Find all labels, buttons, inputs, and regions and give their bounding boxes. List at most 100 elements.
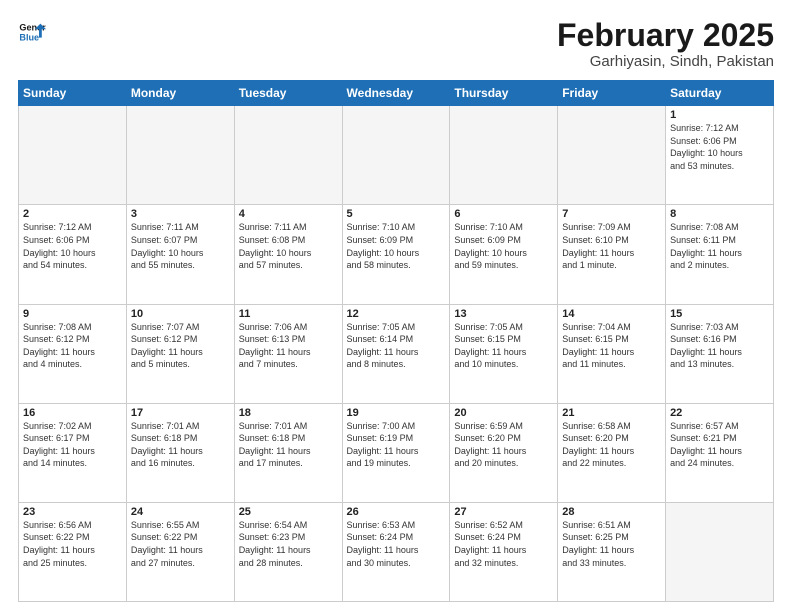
day-info: Sunrise: 6:56 AM Sunset: 6:22 PM Dayligh… [23,519,122,569]
week-row-2: 9Sunrise: 7:08 AM Sunset: 6:12 PM Daylig… [19,304,774,403]
table-row: 25Sunrise: 6:54 AM Sunset: 6:23 PM Dayli… [234,502,342,601]
table-row: 16Sunrise: 7:02 AM Sunset: 6:17 PM Dayli… [19,403,127,502]
day-number: 16 [23,407,122,419]
table-row: 10Sunrise: 7:07 AM Sunset: 6:12 PM Dayli… [126,304,234,403]
day-number: 9 [23,308,122,320]
day-number: 19 [347,407,446,419]
day-number: 10 [131,308,230,320]
day-number: 25 [239,506,338,518]
day-info: Sunrise: 6:55 AM Sunset: 6:22 PM Dayligh… [131,519,230,569]
table-row: 27Sunrise: 6:52 AM Sunset: 6:24 PM Dayli… [450,502,558,601]
weekday-header-row: Sunday Monday Tuesday Wednesday Thursday… [19,81,774,106]
day-number: 24 [131,506,230,518]
day-info: Sunrise: 6:51 AM Sunset: 6:25 PM Dayligh… [562,519,661,569]
table-row [450,106,558,205]
table-row: 3Sunrise: 7:11 AM Sunset: 6:07 PM Daylig… [126,205,234,304]
day-info: Sunrise: 6:54 AM Sunset: 6:23 PM Dayligh… [239,519,338,569]
table-row: 23Sunrise: 6:56 AM Sunset: 6:22 PM Dayli… [19,502,127,601]
table-row [126,106,234,205]
table-row [19,106,127,205]
day-number: 23 [23,506,122,518]
day-number: 6 [454,208,553,220]
day-info: Sunrise: 7:04 AM Sunset: 6:15 PM Dayligh… [562,321,661,371]
header: General Blue February 2025 Garhiyasin, S… [18,18,774,70]
day-number: 3 [131,208,230,220]
day-number: 8 [670,208,769,220]
table-row [234,106,342,205]
calendar-subtitle: Garhiyasin, Sindh, Pakistan [557,53,774,70]
week-row-0: 1Sunrise: 7:12 AM Sunset: 6:06 PM Daylig… [19,106,774,205]
day-info: Sunrise: 6:53 AM Sunset: 6:24 PM Dayligh… [347,519,446,569]
header-saturday: Saturday [666,81,774,106]
day-info: Sunrise: 7:10 AM Sunset: 6:09 PM Dayligh… [347,221,446,271]
svg-text:Blue: Blue [19,32,39,42]
table-row: 20Sunrise: 6:59 AM Sunset: 6:20 PM Dayli… [450,403,558,502]
day-number: 7 [562,208,661,220]
day-number: 26 [347,506,446,518]
table-row: 4Sunrise: 7:11 AM Sunset: 6:08 PM Daylig… [234,205,342,304]
table-row [342,106,450,205]
day-info: Sunrise: 7:08 AM Sunset: 6:11 PM Dayligh… [670,221,769,271]
day-info: Sunrise: 7:12 AM Sunset: 6:06 PM Dayligh… [23,221,122,271]
day-number: 17 [131,407,230,419]
day-number: 1 [670,109,769,121]
day-info: Sunrise: 7:01 AM Sunset: 6:18 PM Dayligh… [239,420,338,470]
table-row: 9Sunrise: 7:08 AM Sunset: 6:12 PM Daylig… [19,304,127,403]
day-number: 14 [562,308,661,320]
day-info: Sunrise: 6:52 AM Sunset: 6:24 PM Dayligh… [454,519,553,569]
day-number: 27 [454,506,553,518]
title-block: February 2025 Garhiyasin, Sindh, Pakista… [557,18,774,70]
day-number: 15 [670,308,769,320]
day-info: Sunrise: 7:10 AM Sunset: 6:09 PM Dayligh… [454,221,553,271]
day-number: 18 [239,407,338,419]
day-number: 11 [239,308,338,320]
calendar-table: Sunday Monday Tuesday Wednesday Thursday… [18,80,774,602]
week-row-1: 2Sunrise: 7:12 AM Sunset: 6:06 PM Daylig… [19,205,774,304]
day-info: Sunrise: 7:12 AM Sunset: 6:06 PM Dayligh… [670,122,769,172]
page: General Blue February 2025 Garhiyasin, S… [0,0,792,612]
table-row: 8Sunrise: 7:08 AM Sunset: 6:11 PM Daylig… [666,205,774,304]
day-info: Sunrise: 7:02 AM Sunset: 6:17 PM Dayligh… [23,420,122,470]
header-friday: Friday [558,81,666,106]
day-number: 2 [23,208,122,220]
header-tuesday: Tuesday [234,81,342,106]
header-monday: Monday [126,81,234,106]
day-info: Sunrise: 7:09 AM Sunset: 6:10 PM Dayligh… [562,221,661,271]
day-info: Sunrise: 6:59 AM Sunset: 6:20 PM Dayligh… [454,420,553,470]
table-row: 6Sunrise: 7:10 AM Sunset: 6:09 PM Daylig… [450,205,558,304]
day-number: 4 [239,208,338,220]
day-number: 28 [562,506,661,518]
week-row-4: 23Sunrise: 6:56 AM Sunset: 6:22 PM Dayli… [19,502,774,601]
header-thursday: Thursday [450,81,558,106]
table-row: 28Sunrise: 6:51 AM Sunset: 6:25 PM Dayli… [558,502,666,601]
day-number: 13 [454,308,553,320]
table-row: 18Sunrise: 7:01 AM Sunset: 6:18 PM Dayli… [234,403,342,502]
table-row: 7Sunrise: 7:09 AM Sunset: 6:10 PM Daylig… [558,205,666,304]
table-row: 2Sunrise: 7:12 AM Sunset: 6:06 PM Daylig… [19,205,127,304]
day-info: Sunrise: 7:00 AM Sunset: 6:19 PM Dayligh… [347,420,446,470]
table-row [558,106,666,205]
header-wednesday: Wednesday [342,81,450,106]
day-info: Sunrise: 7:06 AM Sunset: 6:13 PM Dayligh… [239,321,338,371]
day-info: Sunrise: 7:05 AM Sunset: 6:14 PM Dayligh… [347,321,446,371]
calendar-title: February 2025 [557,18,774,53]
day-number: 22 [670,407,769,419]
day-info: Sunrise: 7:07 AM Sunset: 6:12 PM Dayligh… [131,321,230,371]
table-row: 21Sunrise: 6:58 AM Sunset: 6:20 PM Dayli… [558,403,666,502]
table-row: 17Sunrise: 7:01 AM Sunset: 6:18 PM Dayli… [126,403,234,502]
day-number: 21 [562,407,661,419]
logo: General Blue [18,18,46,46]
table-row: 19Sunrise: 7:00 AM Sunset: 6:19 PM Dayli… [342,403,450,502]
week-row-3: 16Sunrise: 7:02 AM Sunset: 6:17 PM Dayli… [19,403,774,502]
table-row: 13Sunrise: 7:05 AM Sunset: 6:15 PM Dayli… [450,304,558,403]
header-sunday: Sunday [19,81,127,106]
table-row: 26Sunrise: 6:53 AM Sunset: 6:24 PM Dayli… [342,502,450,601]
table-row: 5Sunrise: 7:10 AM Sunset: 6:09 PM Daylig… [342,205,450,304]
logo-icon: General Blue [18,18,46,46]
day-info: Sunrise: 7:11 AM Sunset: 6:07 PM Dayligh… [131,221,230,271]
table-row: 15Sunrise: 7:03 AM Sunset: 6:16 PM Dayli… [666,304,774,403]
day-info: Sunrise: 6:58 AM Sunset: 6:20 PM Dayligh… [562,420,661,470]
table-row: 1Sunrise: 7:12 AM Sunset: 6:06 PM Daylig… [666,106,774,205]
table-row: 14Sunrise: 7:04 AM Sunset: 6:15 PM Dayli… [558,304,666,403]
day-number: 12 [347,308,446,320]
